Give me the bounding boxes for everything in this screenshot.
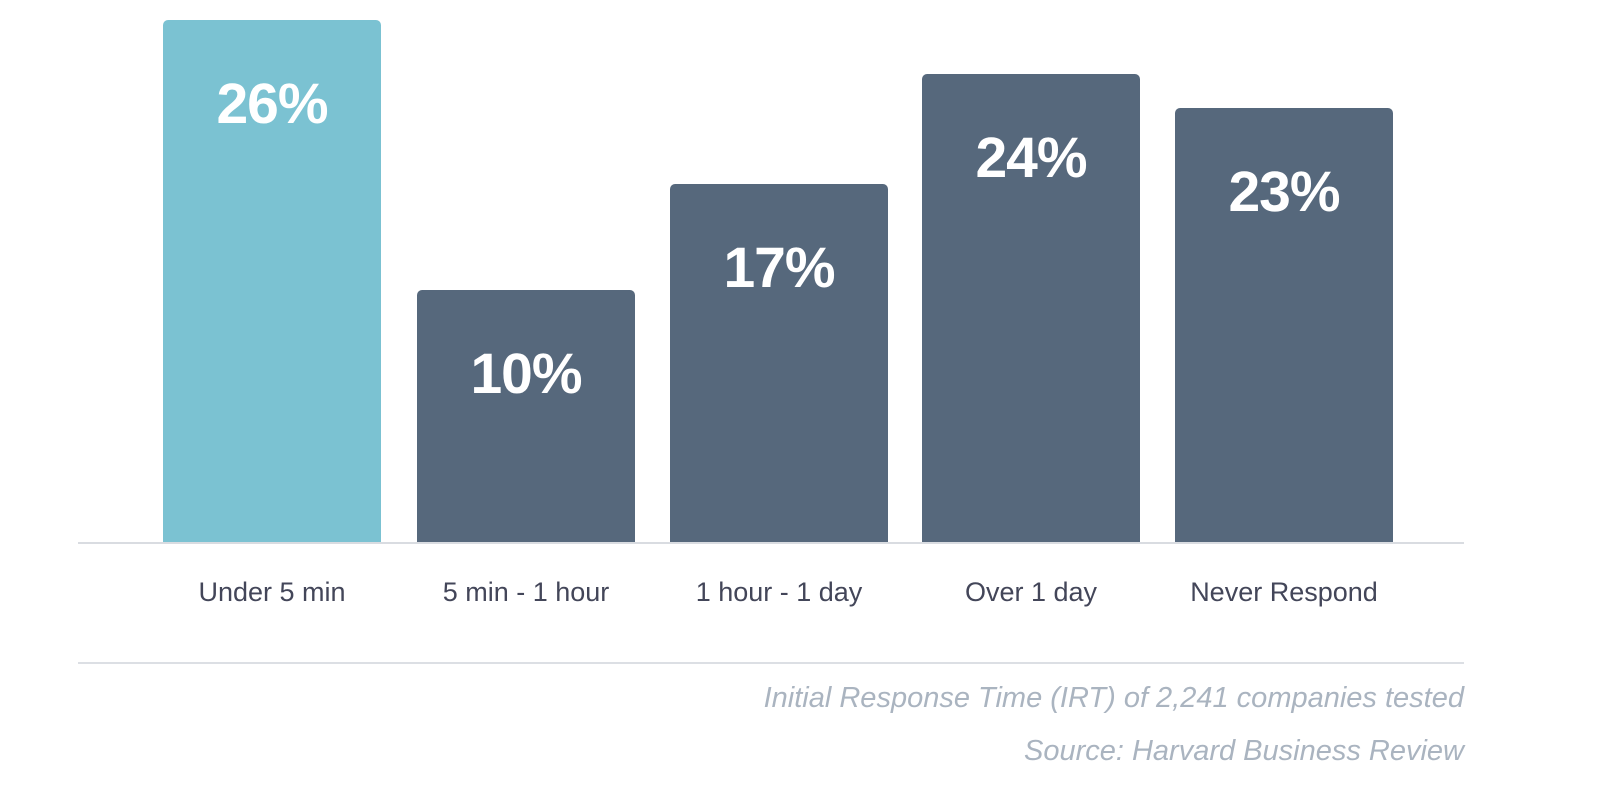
bar-never-respond[interactable]: 23%: [1175, 108, 1393, 543]
footer-source: Source: Harvard Business Review: [1023, 735, 1464, 767]
x-axis-category-labels: Under 5 min 5 min - 1 hour 1 hour - 1 da…: [78, 570, 1464, 618]
bar-value-label: 10%: [470, 342, 582, 406]
x-axis-baseline: [78, 542, 1464, 544]
x-axis-label-1-hour-1-day: 1 hour - 1 day: [695, 577, 863, 607]
x-axis-label-5-min-1-hour: 5 min - 1 hour: [442, 577, 610, 607]
x-axis-label-over-1-day: Over 1 day: [964, 577, 1098, 607]
footer-note: Initial Response Time (IRT) of 2,241 com…: [763, 682, 1464, 714]
x-axis-label-under-5-min: Under 5 min: [198, 577, 346, 607]
bar-1-hour-1-day[interactable]: 17%: [670, 184, 888, 543]
bar-value-label: 26%: [216, 72, 328, 136]
footer-divider: [78, 662, 1464, 664]
chart-card: 26% 10% 17% 24% 23% Under 5 min 5 min - …: [0, 0, 1604, 801]
bar-over-1-day[interactable]: 24%: [922, 74, 1140, 543]
bar-value-label: 17%: [723, 236, 835, 300]
chart-footer: Initial Response Time (IRT) of 2,241 com…: [78, 672, 1464, 778]
bar-value-label: 24%: [975, 126, 1087, 190]
bar-chart-plot-area: 26% 10% 17% 24% 23%: [78, 0, 1464, 543]
bar-value-label: 23%: [1228, 160, 1340, 224]
x-axis-label-never-respond: Never Respond: [1190, 577, 1378, 607]
bar-under-5-min[interactable]: 26%: [163, 20, 381, 543]
bar-5-min-1-hour[interactable]: 10%: [417, 290, 635, 543]
